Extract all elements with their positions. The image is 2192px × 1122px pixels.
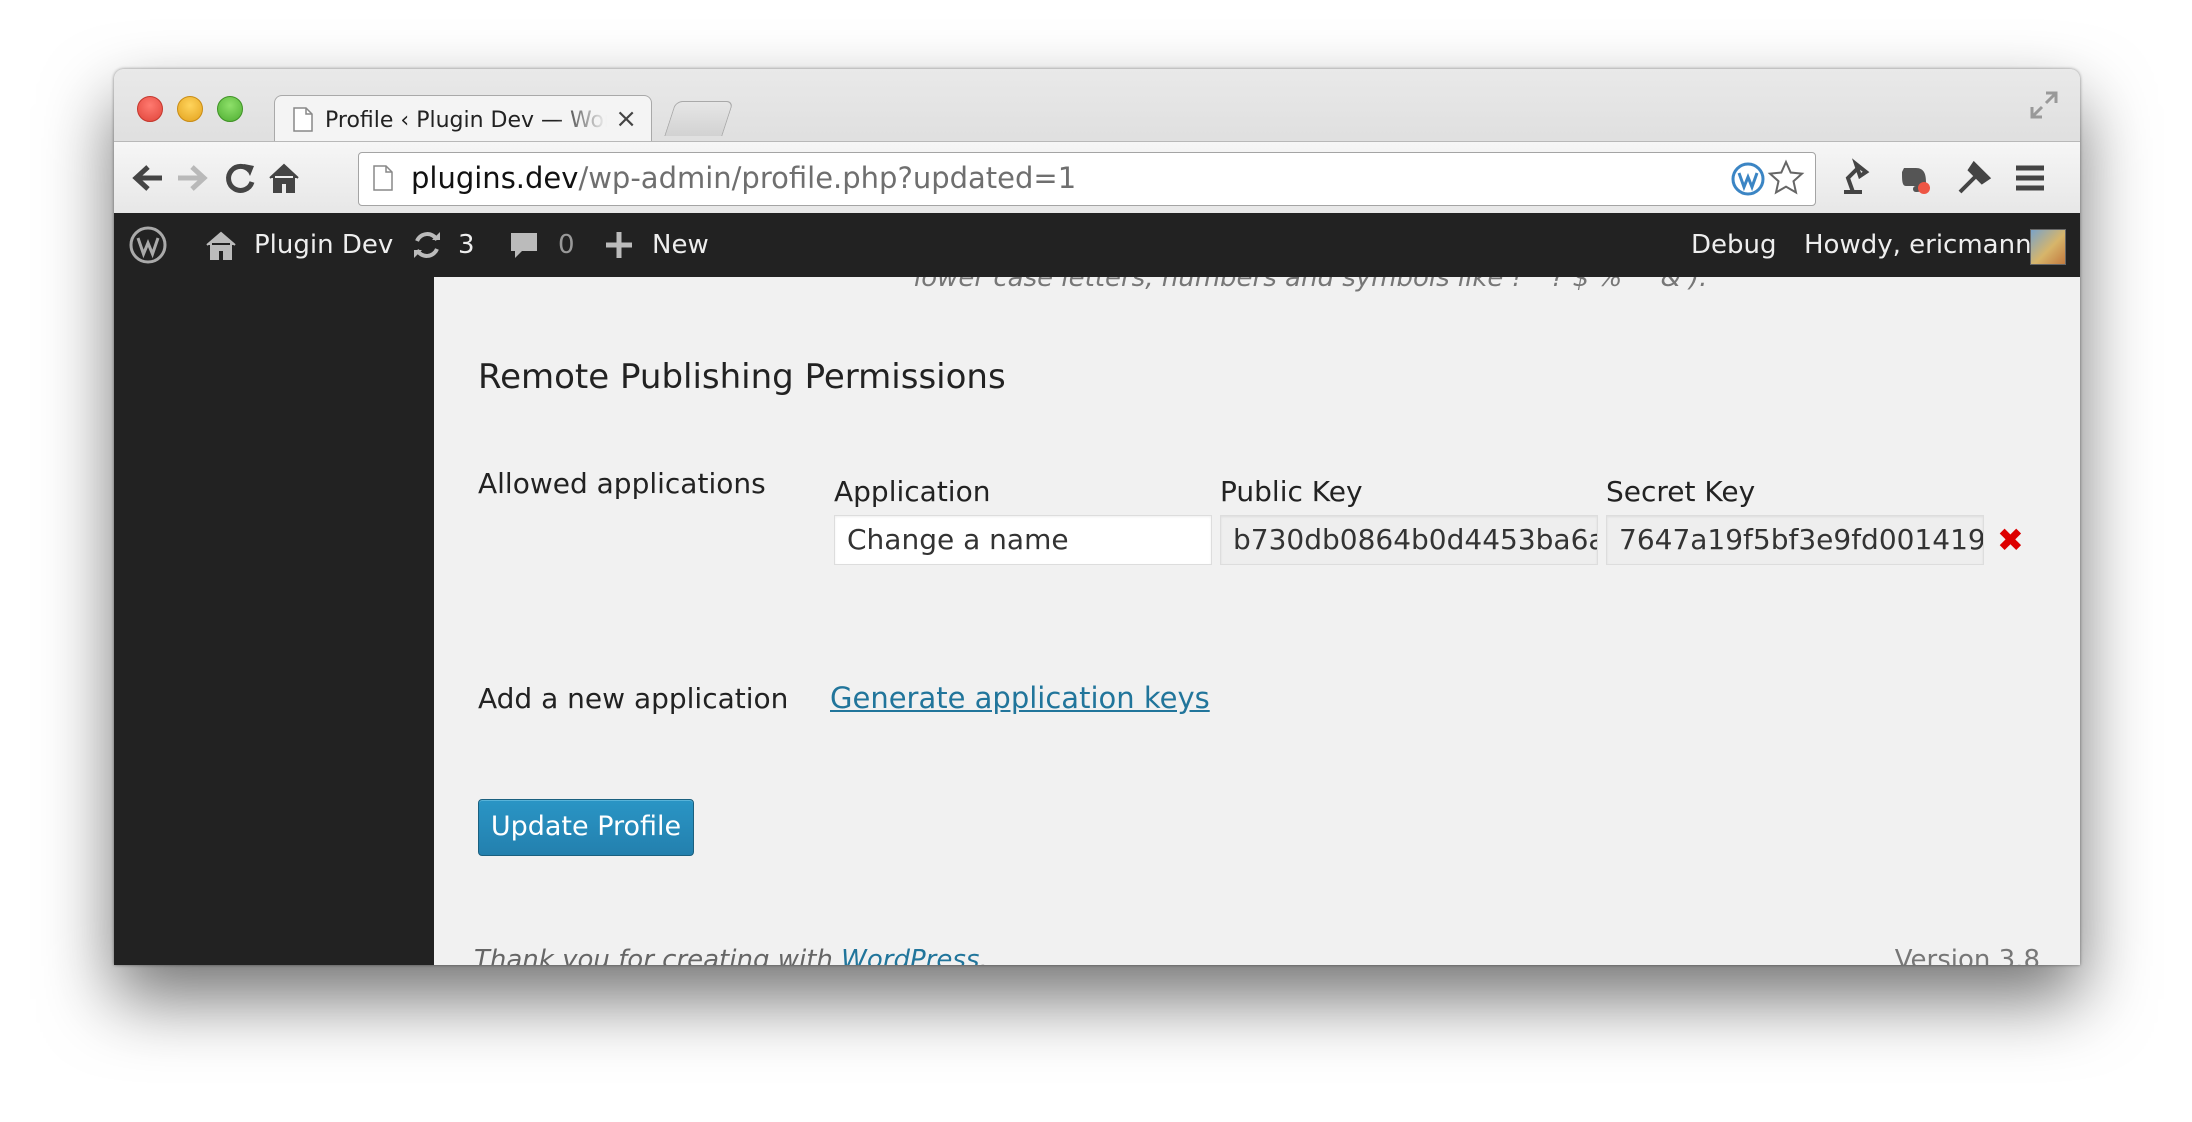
section-title: Remote Publishing Permissions [478,357,1006,397]
wordpress-link[interactable]: WordPress [841,945,979,965]
close-window-button[interactable] [137,96,163,122]
application-column-header: Application [834,475,991,508]
new-tab-button[interactable] [664,101,734,136]
desk-lamp-extension-icon[interactable] [1834,158,1874,198]
devtools-hammer-icon[interactable] [1954,158,1994,198]
fullscreen-icon[interactable] [2028,89,2060,121]
page-icon [293,107,313,132]
footer-version: Version 3.8 [1894,945,2040,965]
zoom-window-button[interactable] [217,96,243,122]
browser-window: Profile ‹ Plugin Dev — WordPress × [114,69,2080,965]
add-application-label: Add a new application [478,682,789,715]
minimize-window-button[interactable] [177,96,203,122]
secret-key-field[interactable]: 7647a19f5bf3e9fd0014199 [1606,515,1984,565]
profile-content: lower case letters, numbers and symbols … [434,277,2080,965]
back-icon[interactable] [128,158,168,198]
tab-close-icon[interactable]: × [615,104,637,134]
public-key-column-header: Public Key [1220,475,1363,508]
page-icon [373,165,393,191]
howdy-label: Howdy, ericmann [1804,230,2032,260]
wordpress-logo-icon [129,226,167,264]
updates-count: 3 [458,230,475,260]
admin-sidebar [114,277,434,965]
home-icon [206,231,236,260]
comments-count: 0 [558,230,575,260]
generate-keys-link[interactable]: Generate application keys [830,681,1210,715]
menu-icon[interactable] [2010,158,2050,198]
home-icon[interactable] [264,158,304,198]
footer-thanks: Thank you for creating with WordPress. [474,945,988,965]
password-hint-text: lower case letters, numbers and symbols … [914,277,1708,293]
wordpress-extension-icon[interactable] [1731,162,1765,196]
browser-toolbar: plugins.dev/wp-admin/profile.php?updated… [114,141,2080,215]
wp-logo-menu[interactable] [128,213,168,277]
site-name-menu[interactable]: Plugin Dev [204,213,393,277]
tab-title: Profile ‹ Plugin Dev — WordPress [325,108,607,133]
secret-key-column-header: Secret Key [1606,475,1756,508]
avatar[interactable] [2030,229,2066,265]
url-text[interactable]: plugins.dev/wp-admin/profile.php?updated… [411,161,1076,195]
browser-chrome: Profile ‹ Plugin Dev — WordPress × [114,69,2080,215]
update-profile-button[interactable]: Update Profile [478,799,694,856]
remove-application-icon[interactable]: ✖ [1997,521,2024,559]
browser-tab-profile[interactable]: Profile ‹ Plugin Dev — WordPress × [274,95,652,142]
evernote-extension-icon[interactable] [1894,158,1934,198]
reload-icon[interactable] [220,158,260,198]
updates-icon [414,232,440,258]
account-menu[interactable]: Howdy, ericmann [1804,213,2032,277]
address-bar[interactable]: plugins.dev/wp-admin/profile.php?updated… [358,152,1816,206]
updates-menu[interactable]: 3 [410,213,475,277]
debug-menu[interactable]: Debug [1691,213,1777,277]
site-name: Plugin Dev [254,230,394,260]
new-content-menu[interactable]: New [604,213,709,277]
forward-icon[interactable] [172,158,212,198]
plus-icon [606,232,632,258]
comment-icon [511,233,537,258]
public-key-field[interactable]: b730db0864b0d4453ba6a2 [1220,515,1598,565]
wp-admin-bar: Plugin Dev 3 0 New Debug Howdy, ericmann [114,213,2080,277]
comments-menu[interactable]: 0 [508,213,575,277]
application-name-input[interactable]: Change a name [834,515,1212,565]
new-label: New [652,230,709,260]
bookmark-star-icon[interactable] [1767,159,1805,197]
debug-label: Debug [1691,230,1777,260]
allowed-applications-label: Allowed applications [478,467,766,500]
